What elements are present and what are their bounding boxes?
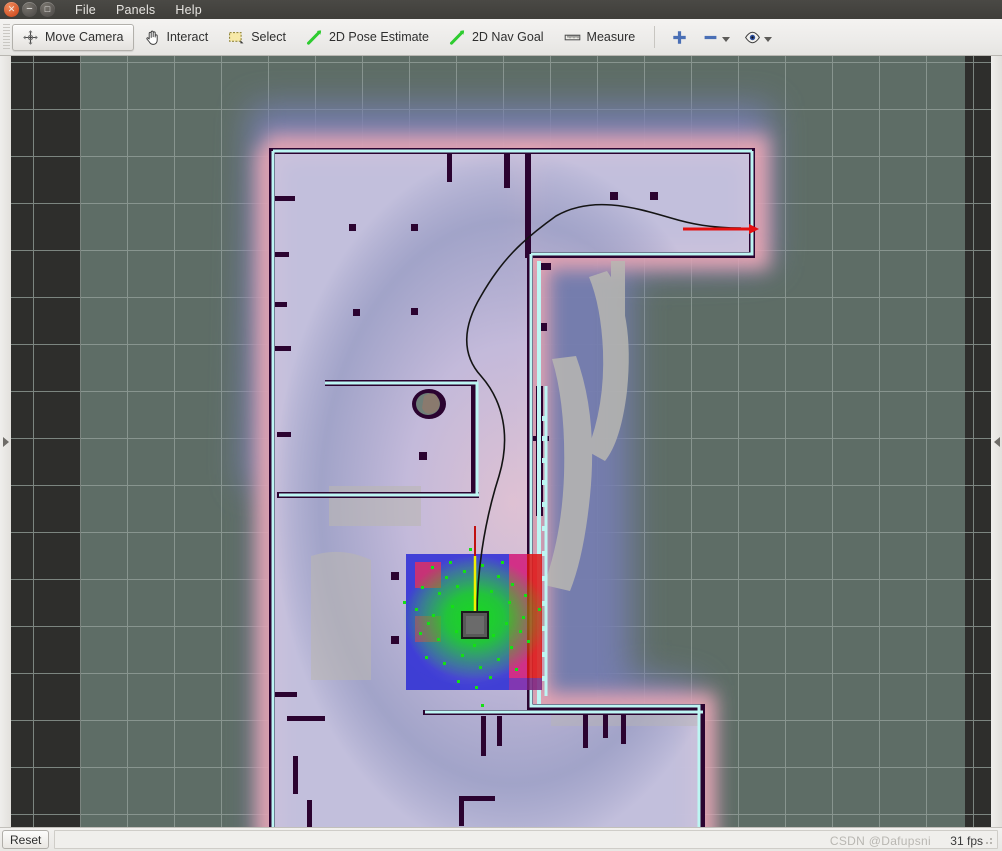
window-controls: ✕ − □ bbox=[0, 2, 55, 17]
menu-item-panels[interactable]: Panels bbox=[114, 2, 157, 18]
menu-item-help[interactable]: Help bbox=[173, 2, 204, 18]
expand-right-icon bbox=[2, 436, 9, 447]
tool-select-label: Select bbox=[251, 30, 286, 44]
visibility-button[interactable] bbox=[737, 24, 779, 51]
select-rect-icon bbox=[229, 31, 244, 43]
close-glyph: ✕ bbox=[7, 4, 16, 14]
rviz-window: ✕ − □ File Panels Help Move Camera Inter… bbox=[0, 0, 1002, 851]
tool-move-camera-label: Move Camera bbox=[45, 30, 124, 44]
map-obstacle-blob bbox=[412, 389, 446, 419]
rviz-3d-canvas[interactable] bbox=[11, 56, 991, 827]
tool-2d-nav-goal[interactable]: 2D Nav Goal bbox=[439, 24, 554, 51]
tool-bar: Move Camera Interact Select 2D Pose Esti… bbox=[0, 19, 1002, 56]
tool-measure[interactable]: Measure bbox=[554, 24, 646, 51]
hand-icon bbox=[145, 30, 158, 45]
remove-tool-button[interactable] bbox=[695, 24, 737, 51]
tool-2d-pose-estimate[interactable]: 2D Pose Estimate bbox=[296, 24, 439, 51]
nav-goal-arrow-icon bbox=[449, 29, 465, 45]
csdn-watermark: CSDN @Dafupsni bbox=[829, 834, 931, 848]
toolbar-grip[interactable] bbox=[3, 24, 10, 50]
map-render bbox=[11, 56, 991, 827]
toolbar-separator bbox=[654, 26, 656, 48]
chevron-down-icon-remove[interactable] bbox=[722, 36, 731, 42]
tool-2d-pose-estimate-label: 2D Pose Estimate bbox=[328, 30, 429, 44]
status-bar: Reset CSDN @Dafupsni 31 fps bbox=[0, 827, 1002, 851]
reset-button[interactable]: Reset bbox=[2, 830, 50, 849]
fps-counter: 31 fps bbox=[950, 834, 983, 848]
resize-grip[interactable] bbox=[982, 834, 994, 846]
expand-left-icon bbox=[993, 436, 1000, 447]
eye-icon bbox=[745, 31, 761, 43]
minus-icon bbox=[704, 35, 717, 39]
ruler-icon bbox=[564, 34, 580, 40]
maximize-glyph: □ bbox=[44, 4, 51, 14]
minimize-window-icon[interactable]: − bbox=[22, 2, 37, 17]
tool-interact-label: Interact bbox=[166, 30, 209, 44]
tool-interact[interactable]: Interact bbox=[134, 24, 219, 51]
move-camera-icon bbox=[23, 29, 38, 45]
add-tool-button[interactable] bbox=[664, 24, 695, 51]
minimize-glyph: − bbox=[26, 2, 33, 15]
menu-item-file[interactable]: File bbox=[73, 2, 98, 18]
status-message-field: CSDN @Dafupsni 31 fps bbox=[54, 830, 998, 849]
tool-move-camera[interactable]: Move Camera bbox=[12, 23, 134, 51]
tool-select[interactable]: Select bbox=[218, 24, 296, 51]
pose-arrow-icon bbox=[306, 29, 322, 45]
close-window-icon[interactable]: ✕ bbox=[4, 2, 19, 17]
chevron-down-icon-visibility[interactable] bbox=[764, 36, 773, 42]
maximize-window-icon[interactable]: □ bbox=[40, 2, 55, 17]
render-view-area bbox=[0, 56, 1002, 827]
menu-bar: File Panels Help bbox=[73, 2, 204, 18]
tool-2d-nav-goal-label: 2D Nav Goal bbox=[471, 30, 544, 44]
plus-icon bbox=[673, 30, 686, 44]
title-bar: ✕ − □ File Panels Help bbox=[0, 0, 1002, 19]
tool-measure-label: Measure bbox=[586, 30, 636, 44]
right-panel-handle[interactable] bbox=[990, 56, 1002, 827]
